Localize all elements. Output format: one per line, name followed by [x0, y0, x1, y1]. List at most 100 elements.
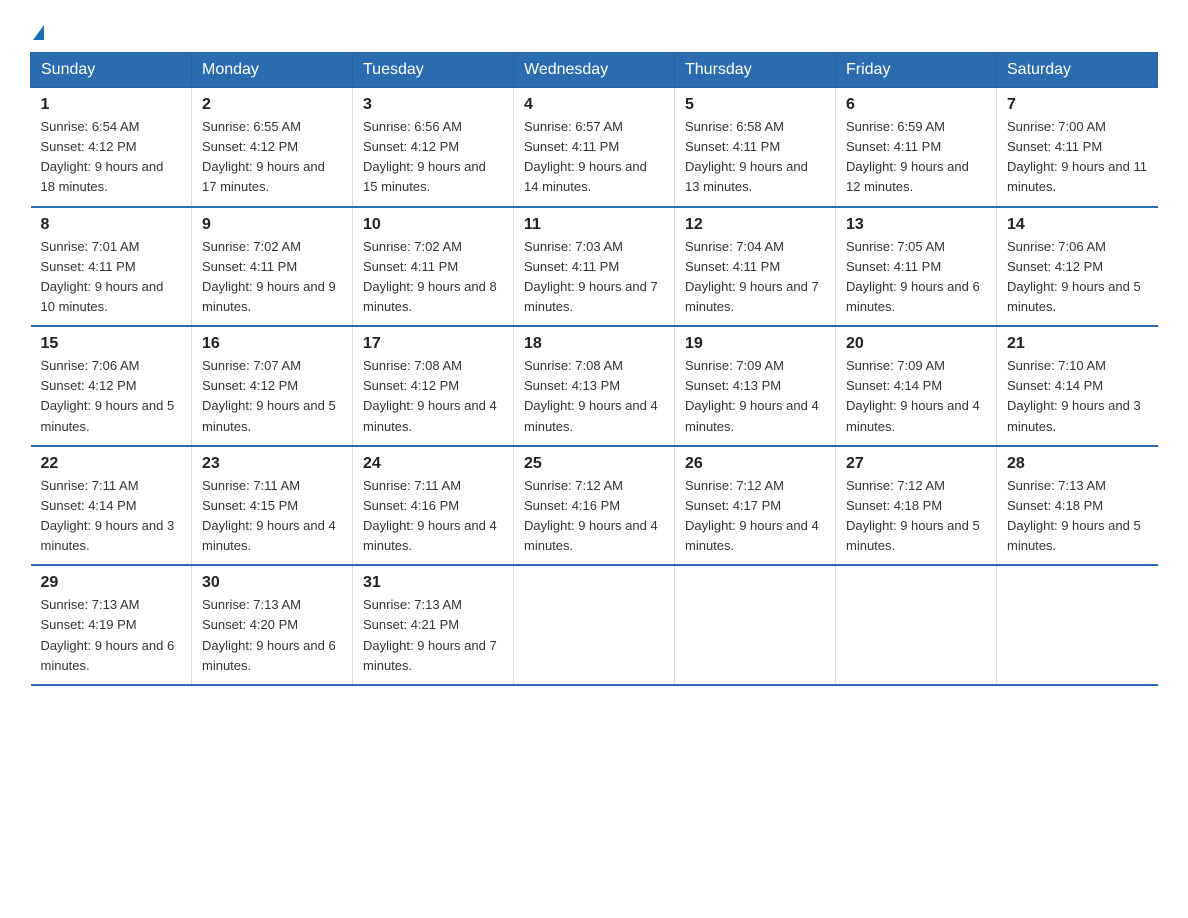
calendar-cell: 1 Sunrise: 6:54 AMSunset: 4:12 PMDayligh…: [31, 88, 192, 207]
day-number: 1: [41, 96, 182, 114]
day-number: 27: [846, 455, 986, 473]
day-number: 22: [41, 455, 182, 473]
day-number: 5: [685, 96, 825, 114]
calendar-week-row: 29 Sunrise: 7:13 AMSunset: 4:19 PMDaylig…: [31, 565, 1158, 685]
calendar-cell: 27 Sunrise: 7:12 AMSunset: 4:18 PMDaylig…: [836, 446, 997, 566]
calendar-cell: [675, 565, 836, 685]
calendar-cell: [836, 565, 997, 685]
day-number: 16: [202, 335, 342, 353]
calendar-cell: 22 Sunrise: 7:11 AMSunset: 4:14 PMDaylig…: [31, 446, 192, 566]
day-number: 24: [363, 455, 503, 473]
calendar-cell: 5 Sunrise: 6:58 AMSunset: 4:11 PMDayligh…: [675, 88, 836, 207]
day-info: Sunrise: 6:59 AMSunset: 4:11 PMDaylight:…: [846, 119, 969, 194]
day-number: 30: [202, 574, 342, 592]
calendar-cell: 24 Sunrise: 7:11 AMSunset: 4:16 PMDaylig…: [353, 446, 514, 566]
calendar-week-row: 22 Sunrise: 7:11 AMSunset: 4:14 PMDaylig…: [31, 446, 1158, 566]
header-wednesday: Wednesday: [514, 53, 675, 88]
calendar-cell: 2 Sunrise: 6:55 AMSunset: 4:12 PMDayligh…: [192, 88, 353, 207]
calendar-cell: 16 Sunrise: 7:07 AMSunset: 4:12 PMDaylig…: [192, 326, 353, 446]
day-number: 17: [363, 335, 503, 353]
calendar-cell: 19 Sunrise: 7:09 AMSunset: 4:13 PMDaylig…: [675, 326, 836, 446]
day-info: Sunrise: 7:13 AMSunset: 4:18 PMDaylight:…: [1007, 478, 1141, 553]
calendar-cell: 23 Sunrise: 7:11 AMSunset: 4:15 PMDaylig…: [192, 446, 353, 566]
day-info: Sunrise: 7:07 AMSunset: 4:12 PMDaylight:…: [202, 358, 336, 433]
day-info: Sunrise: 6:58 AMSunset: 4:11 PMDaylight:…: [685, 119, 808, 194]
day-info: Sunrise: 7:08 AMSunset: 4:13 PMDaylight:…: [524, 358, 658, 433]
day-info: Sunrise: 7:05 AMSunset: 4:11 PMDaylight:…: [846, 239, 980, 314]
calendar-cell: 12 Sunrise: 7:04 AMSunset: 4:11 PMDaylig…: [675, 207, 836, 327]
calendar-cell: 18 Sunrise: 7:08 AMSunset: 4:13 PMDaylig…: [514, 326, 675, 446]
day-number: 11: [524, 216, 664, 234]
calendar-cell: 3 Sunrise: 6:56 AMSunset: 4:12 PMDayligh…: [353, 88, 514, 207]
day-number: 23: [202, 455, 342, 473]
day-info: Sunrise: 7:03 AMSunset: 4:11 PMDaylight:…: [524, 239, 658, 314]
day-info: Sunrise: 7:13 AMSunset: 4:20 PMDaylight:…: [202, 597, 336, 672]
day-info: Sunrise: 7:12 AMSunset: 4:18 PMDaylight:…: [846, 478, 980, 553]
day-info: Sunrise: 6:54 AMSunset: 4:12 PMDaylight:…: [41, 119, 164, 194]
calendar-cell: 11 Sunrise: 7:03 AMSunset: 4:11 PMDaylig…: [514, 207, 675, 327]
day-number: 20: [846, 335, 986, 353]
calendar-cell: 10 Sunrise: 7:02 AMSunset: 4:11 PMDaylig…: [353, 207, 514, 327]
day-info: Sunrise: 7:11 AMSunset: 4:15 PMDaylight:…: [202, 478, 336, 553]
day-info: Sunrise: 7:13 AMSunset: 4:21 PMDaylight:…: [363, 597, 497, 672]
calendar-table: SundayMondayTuesdayWednesdayThursdayFrid…: [30, 52, 1158, 686]
day-info: Sunrise: 6:57 AMSunset: 4:11 PMDaylight:…: [524, 119, 647, 194]
day-info: Sunrise: 7:02 AMSunset: 4:11 PMDaylight:…: [363, 239, 497, 314]
calendar-cell: 6 Sunrise: 6:59 AMSunset: 4:11 PMDayligh…: [836, 88, 997, 207]
page-header: [30, 20, 1158, 42]
calendar-cell: 15 Sunrise: 7:06 AMSunset: 4:12 PMDaylig…: [31, 326, 192, 446]
day-info: Sunrise: 7:12 AMSunset: 4:17 PMDaylight:…: [685, 478, 819, 553]
day-number: 14: [1007, 216, 1148, 234]
calendar-cell: 7 Sunrise: 7:00 AMSunset: 4:11 PMDayligh…: [997, 88, 1158, 207]
day-info: Sunrise: 7:08 AMSunset: 4:12 PMDaylight:…: [363, 358, 497, 433]
day-number: 18: [524, 335, 664, 353]
day-info: Sunrise: 7:04 AMSunset: 4:11 PMDaylight:…: [685, 239, 819, 314]
day-info: Sunrise: 7:09 AMSunset: 4:13 PMDaylight:…: [685, 358, 819, 433]
day-info: Sunrise: 7:11 AMSunset: 4:14 PMDaylight:…: [41, 478, 175, 553]
day-info: Sunrise: 7:00 AMSunset: 4:11 PMDaylight:…: [1007, 119, 1147, 194]
calendar-cell: 29 Sunrise: 7:13 AMSunset: 4:19 PMDaylig…: [31, 565, 192, 685]
day-info: Sunrise: 7:01 AMSunset: 4:11 PMDaylight:…: [41, 239, 164, 314]
day-number: 29: [41, 574, 182, 592]
day-number: 12: [685, 216, 825, 234]
day-number: 2: [202, 96, 342, 114]
logo: [30, 20, 44, 42]
calendar-cell: 31 Sunrise: 7:13 AMSunset: 4:21 PMDaylig…: [353, 565, 514, 685]
calendar-header-row: SundayMondayTuesdayWednesdayThursdayFrid…: [31, 53, 1158, 88]
calendar-cell: 20 Sunrise: 7:09 AMSunset: 4:14 PMDaylig…: [836, 326, 997, 446]
header-tuesday: Tuesday: [353, 53, 514, 88]
day-number: 25: [524, 455, 664, 473]
calendar-cell: 25 Sunrise: 7:12 AMSunset: 4:16 PMDaylig…: [514, 446, 675, 566]
header-sunday: Sunday: [31, 53, 192, 88]
header-monday: Monday: [192, 53, 353, 88]
day-number: 19: [685, 335, 825, 353]
day-info: Sunrise: 7:12 AMSunset: 4:16 PMDaylight:…: [524, 478, 658, 553]
day-info: Sunrise: 6:55 AMSunset: 4:12 PMDaylight:…: [202, 119, 325, 194]
day-info: Sunrise: 7:13 AMSunset: 4:19 PMDaylight:…: [41, 597, 175, 672]
calendar-week-row: 8 Sunrise: 7:01 AMSunset: 4:11 PMDayligh…: [31, 207, 1158, 327]
day-number: 3: [363, 96, 503, 114]
day-number: 7: [1007, 96, 1148, 114]
day-info: Sunrise: 6:56 AMSunset: 4:12 PMDaylight:…: [363, 119, 486, 194]
day-number: 26: [685, 455, 825, 473]
day-number: 15: [41, 335, 182, 353]
logo-triangle-icon: [33, 25, 44, 40]
day-number: 31: [363, 574, 503, 592]
calendar-cell: 30 Sunrise: 7:13 AMSunset: 4:20 PMDaylig…: [192, 565, 353, 685]
calendar-cell: 13 Sunrise: 7:05 AMSunset: 4:11 PMDaylig…: [836, 207, 997, 327]
header-thursday: Thursday: [675, 53, 836, 88]
day-number: 9: [202, 216, 342, 234]
day-info: Sunrise: 7:10 AMSunset: 4:14 PMDaylight:…: [1007, 358, 1141, 433]
calendar-week-row: 1 Sunrise: 6:54 AMSunset: 4:12 PMDayligh…: [31, 88, 1158, 207]
day-number: 21: [1007, 335, 1148, 353]
day-info: Sunrise: 7:11 AMSunset: 4:16 PMDaylight:…: [363, 478, 497, 553]
calendar-cell: 17 Sunrise: 7:08 AMSunset: 4:12 PMDaylig…: [353, 326, 514, 446]
day-number: 13: [846, 216, 986, 234]
calendar-cell: 8 Sunrise: 7:01 AMSunset: 4:11 PMDayligh…: [31, 207, 192, 327]
calendar-week-row: 15 Sunrise: 7:06 AMSunset: 4:12 PMDaylig…: [31, 326, 1158, 446]
calendar-cell: 14 Sunrise: 7:06 AMSunset: 4:12 PMDaylig…: [997, 207, 1158, 327]
calendar-cell: 28 Sunrise: 7:13 AMSunset: 4:18 PMDaylig…: [997, 446, 1158, 566]
calendar-cell: 21 Sunrise: 7:10 AMSunset: 4:14 PMDaylig…: [997, 326, 1158, 446]
calendar-cell: 9 Sunrise: 7:02 AMSunset: 4:11 PMDayligh…: [192, 207, 353, 327]
day-info: Sunrise: 7:06 AMSunset: 4:12 PMDaylight:…: [41, 358, 175, 433]
